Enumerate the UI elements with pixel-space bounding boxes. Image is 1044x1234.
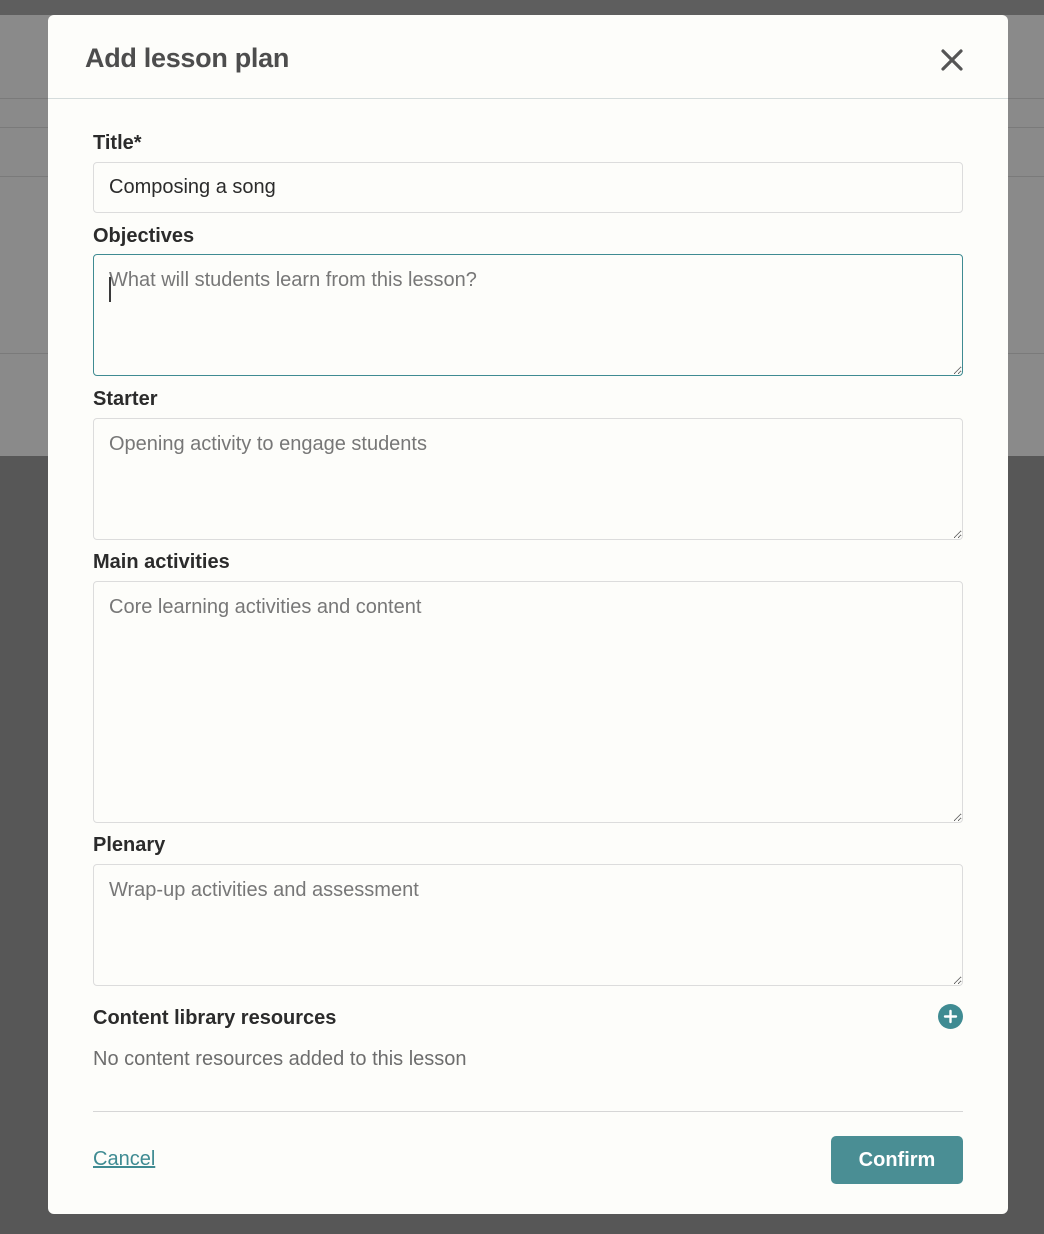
dialog-header: Add lesson plan bbox=[48, 15, 1008, 99]
plenary-label: Plenary bbox=[93, 834, 166, 856]
starter-textarea[interactable] bbox=[93, 418, 963, 540]
objectives-label: Objectives bbox=[93, 225, 195, 247]
main-activities-label: Main activities bbox=[93, 551, 230, 573]
title-label: Title* bbox=[93, 132, 142, 154]
add-resource-button[interactable] bbox=[938, 1004, 963, 1029]
close-button[interactable] bbox=[938, 46, 966, 74]
dialog-title: Add lesson plan bbox=[85, 43, 290, 73]
content-resources-label: Content library resources bbox=[93, 1007, 337, 1029]
starter-label: Starter bbox=[93, 388, 158, 410]
objectives-textarea[interactable] bbox=[93, 254, 963, 376]
plenary-textarea[interactable] bbox=[93, 864, 963, 986]
empty-resources-text: No content resources added to this lesso… bbox=[93, 1048, 467, 1070]
close-icon bbox=[941, 49, 963, 71]
main-activities-textarea[interactable] bbox=[93, 581, 963, 823]
title-input[interactable] bbox=[93, 162, 963, 213]
footer-divider bbox=[93, 1111, 963, 1112]
background-top-bar bbox=[0, 0, 1044, 15]
add-lesson-plan-dialog: Add lesson plan Title* Objectives Starte… bbox=[48, 15, 1008, 1214]
plus-circle-icon bbox=[943, 1009, 958, 1024]
text-caret bbox=[109, 277, 111, 302]
cancel-link[interactable]: Cancel bbox=[93, 1148, 155, 1171]
confirm-button[interactable]: Confirm bbox=[831, 1136, 963, 1184]
